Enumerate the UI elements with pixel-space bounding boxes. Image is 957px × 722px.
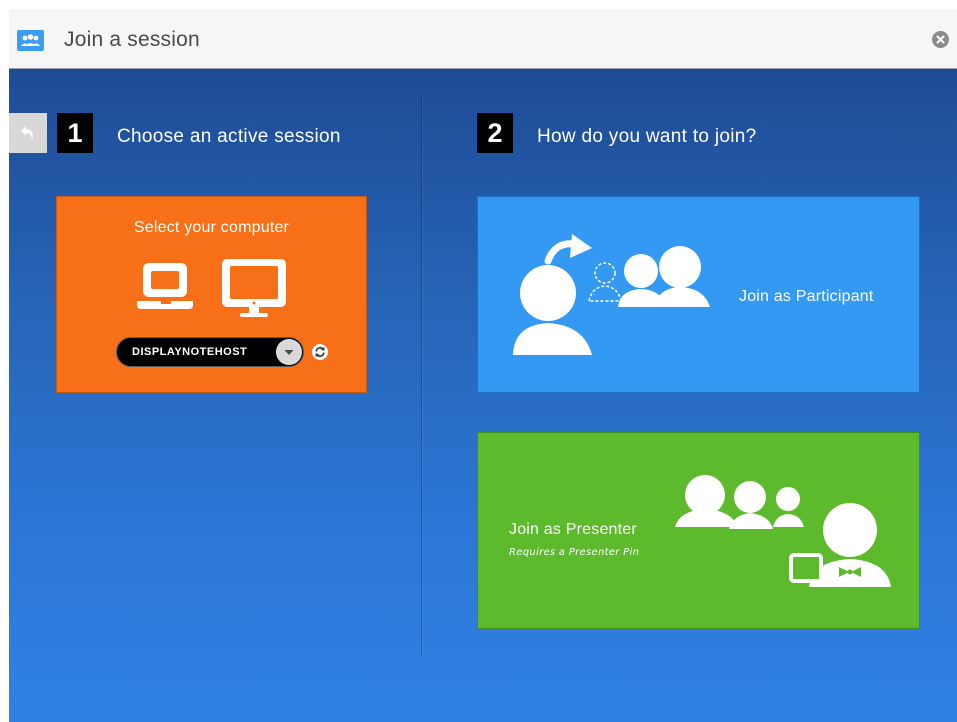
laptop-icon xyxy=(137,261,197,316)
select-computer-label: Select your computer xyxy=(133,219,290,236)
title-bar: Join a session xyxy=(9,9,957,69)
desktop-monitor-icon xyxy=(220,257,290,324)
close-icon[interactable] xyxy=(932,31,949,48)
presenter-illustration xyxy=(675,475,895,595)
step-1-number: 1 xyxy=(57,113,93,153)
computer-select[interactable]: DISPLAYNOTEHOST xyxy=(116,337,304,367)
join-session-window: Join a session 1 Choose an active sessio… xyxy=(9,9,957,722)
step-2-title: How do you want to join? xyxy=(537,126,757,147)
chevron-down-icon[interactable] xyxy=(276,339,302,365)
select-computer-card: Select your computer DISPLAYNOTEHOST xyxy=(56,196,367,393)
join-as-participant-label: Join as Participant xyxy=(739,288,874,305)
back-arrow-icon xyxy=(9,124,47,142)
column-divider xyxy=(421,96,422,658)
computer-select-value: DISPLAYNOTEHOST xyxy=(132,346,248,358)
step-2-number: 2 xyxy=(477,113,513,153)
step-1-title: Choose an active session xyxy=(117,126,341,147)
refresh-icon[interactable] xyxy=(312,344,328,360)
join-as-participant-card[interactable]: Join as Participant xyxy=(477,196,920,393)
back-button[interactable] xyxy=(9,113,47,153)
join-as-presenter-card[interactable]: Join as Presenter Requires a Presenter P… xyxy=(477,432,920,629)
group-icon xyxy=(17,30,44,51)
join-as-presenter-label: Join as Presenter xyxy=(509,521,637,538)
participant-illustration xyxy=(508,233,718,363)
main-content: 1 Choose an active session Select your c… xyxy=(9,69,957,722)
presenter-pin-note: Requires a Presenter Pin xyxy=(509,547,640,558)
window-title: Join a session xyxy=(64,28,200,51)
